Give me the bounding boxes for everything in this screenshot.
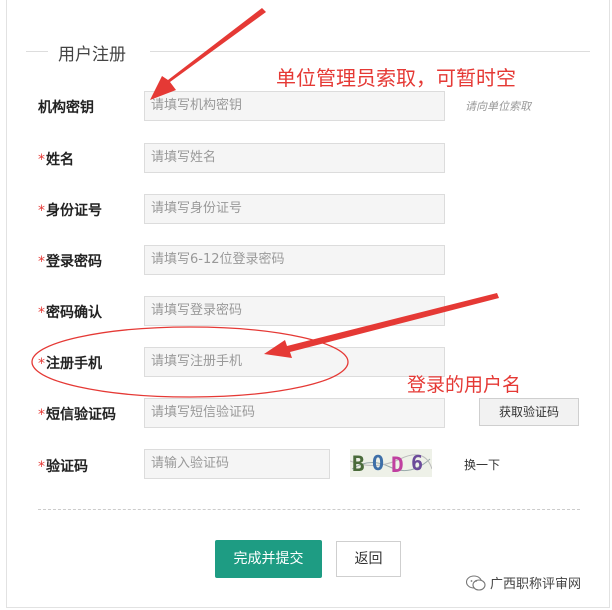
password-label: *登录密码 [38, 254, 102, 270]
divider [38, 509, 580, 510]
legend-divider [26, 51, 48, 52]
password-input[interactable]: 请填写6-12位登录密码 [144, 245, 445, 275]
password-confirm-label: *密码确认 [38, 305, 102, 321]
org-key-label: 机构密钥 [38, 100, 94, 116]
form-title: 用户注册 [58, 45, 126, 65]
svg-text:6: 6 [411, 451, 423, 475]
org-key-hint: 请向单位索取 [465, 100, 531, 113]
captcha-input[interactable]: 请输入验证码 [144, 449, 330, 479]
sms-code-label: *短信验证码 [38, 407, 116, 423]
captcha-label: *验证码 [38, 459, 88, 475]
svg-text:O: O [372, 451, 384, 475]
id-number-label: *身份证号 [38, 203, 102, 219]
id-number-input[interactable]: 请填写身份证号 [144, 194, 445, 224]
phone-label: *注册手机 [38, 356, 102, 372]
refresh-captcha-link[interactable]: 换一下 [464, 456, 500, 473]
sms-code-input[interactable]: 请填写短信验证码 [144, 398, 445, 428]
captcha-image[interactable]: B O D 6 [349, 449, 433, 477]
annotation-note-username: 登录的用户名 [407, 374, 522, 396]
get-sms-code-button[interactable]: 获取验证码 [479, 398, 579, 426]
svg-text:B: B [352, 452, 365, 476]
name-label: *姓名 [38, 152, 74, 168]
svg-text:D: D [391, 453, 404, 477]
back-button[interactable]: 返回 [336, 541, 401, 577]
org-key-input[interactable]: 请填写机构密钥 [144, 91, 445, 121]
legend-divider [150, 51, 590, 52]
name-input[interactable]: 请填写姓名 [144, 143, 445, 173]
captcha-picture: B O D 6 [349, 451, 433, 477]
annotation-note-org-key: 单位管理员索取，可暂时空 [276, 66, 516, 90]
phone-input[interactable]: 请填写注册手机 [144, 347, 445, 377]
password-confirm-input[interactable]: 请填写登录密码 [144, 296, 445, 326]
watermark-text: 广西职称评审网 [490, 577, 582, 592]
submit-button[interactable]: 完成并提交 [215, 540, 322, 578]
wechat-icon [466, 575, 486, 591]
